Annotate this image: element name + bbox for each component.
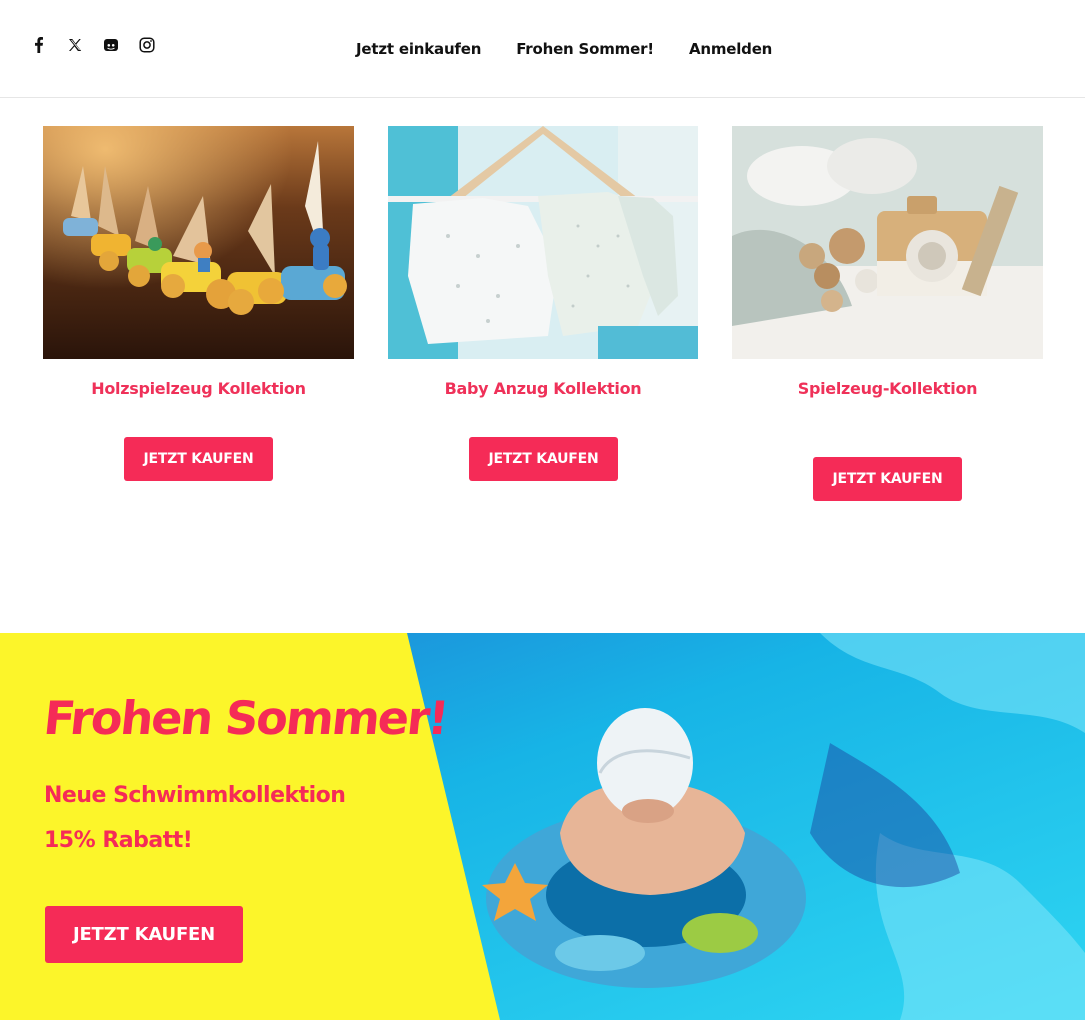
shop-now-button[interactable]: JETZT KAUFEN bbox=[469, 437, 618, 481]
instagram-icon[interactable] bbox=[138, 36, 156, 54]
collection-title[interactable]: Spielzeug-Kollektion bbox=[732, 379, 1043, 398]
collection-card-baby-suits: Baby Anzug Kollektion JETZT KAUFEN bbox=[388, 126, 698, 481]
collection-card-toys: Spielzeug-Kollektion JETZT KAUFEN bbox=[732, 126, 1043, 501]
toys-image[interactable] bbox=[732, 126, 1043, 359]
wooden-toys-image[interactable] bbox=[43, 126, 354, 359]
banner-shop-now-button[interactable]: JETZT KAUFEN bbox=[45, 906, 243, 963]
collection-title[interactable]: Baby Anzug Kollektion bbox=[388, 379, 698, 398]
main-nav: Jetzt einkaufen Frohen Sommer! Anmelden bbox=[356, 40, 772, 58]
discord-icon[interactable] bbox=[102, 36, 120, 54]
banner-subtitle: Neue Schwimmkollektion bbox=[44, 783, 346, 808]
nav-login[interactable]: Anmelden bbox=[689, 40, 772, 58]
facebook-icon[interactable] bbox=[30, 36, 48, 54]
social-links bbox=[30, 36, 156, 54]
x-twitter-icon[interactable] bbox=[66, 36, 84, 54]
shop-now-button[interactable]: JETZT KAUFEN bbox=[813, 457, 962, 501]
site-header: Jetzt einkaufen Frohen Sommer! Anmelden bbox=[0, 0, 1085, 98]
banner-discount: 15% Rabatt! bbox=[44, 828, 193, 853]
collection-title[interactable]: Holzspielzeug Kollektion bbox=[43, 379, 354, 398]
banner-headline: Frohen Sommer! bbox=[41, 691, 450, 745]
nav-shop-now[interactable]: Jetzt einkaufen bbox=[356, 40, 481, 58]
summer-banner: Frohen Sommer! Neue Schwimmkollektion 15… bbox=[0, 633, 1085, 1020]
shop-now-button[interactable]: JETZT KAUFEN bbox=[124, 437, 273, 481]
nav-happy-summer[interactable]: Frohen Sommer! bbox=[516, 40, 654, 58]
collection-card-wooden-toys: Holzspielzeug Kollektion JETZT KAUFEN bbox=[43, 126, 354, 481]
baby-suits-image[interactable] bbox=[388, 126, 698, 359]
